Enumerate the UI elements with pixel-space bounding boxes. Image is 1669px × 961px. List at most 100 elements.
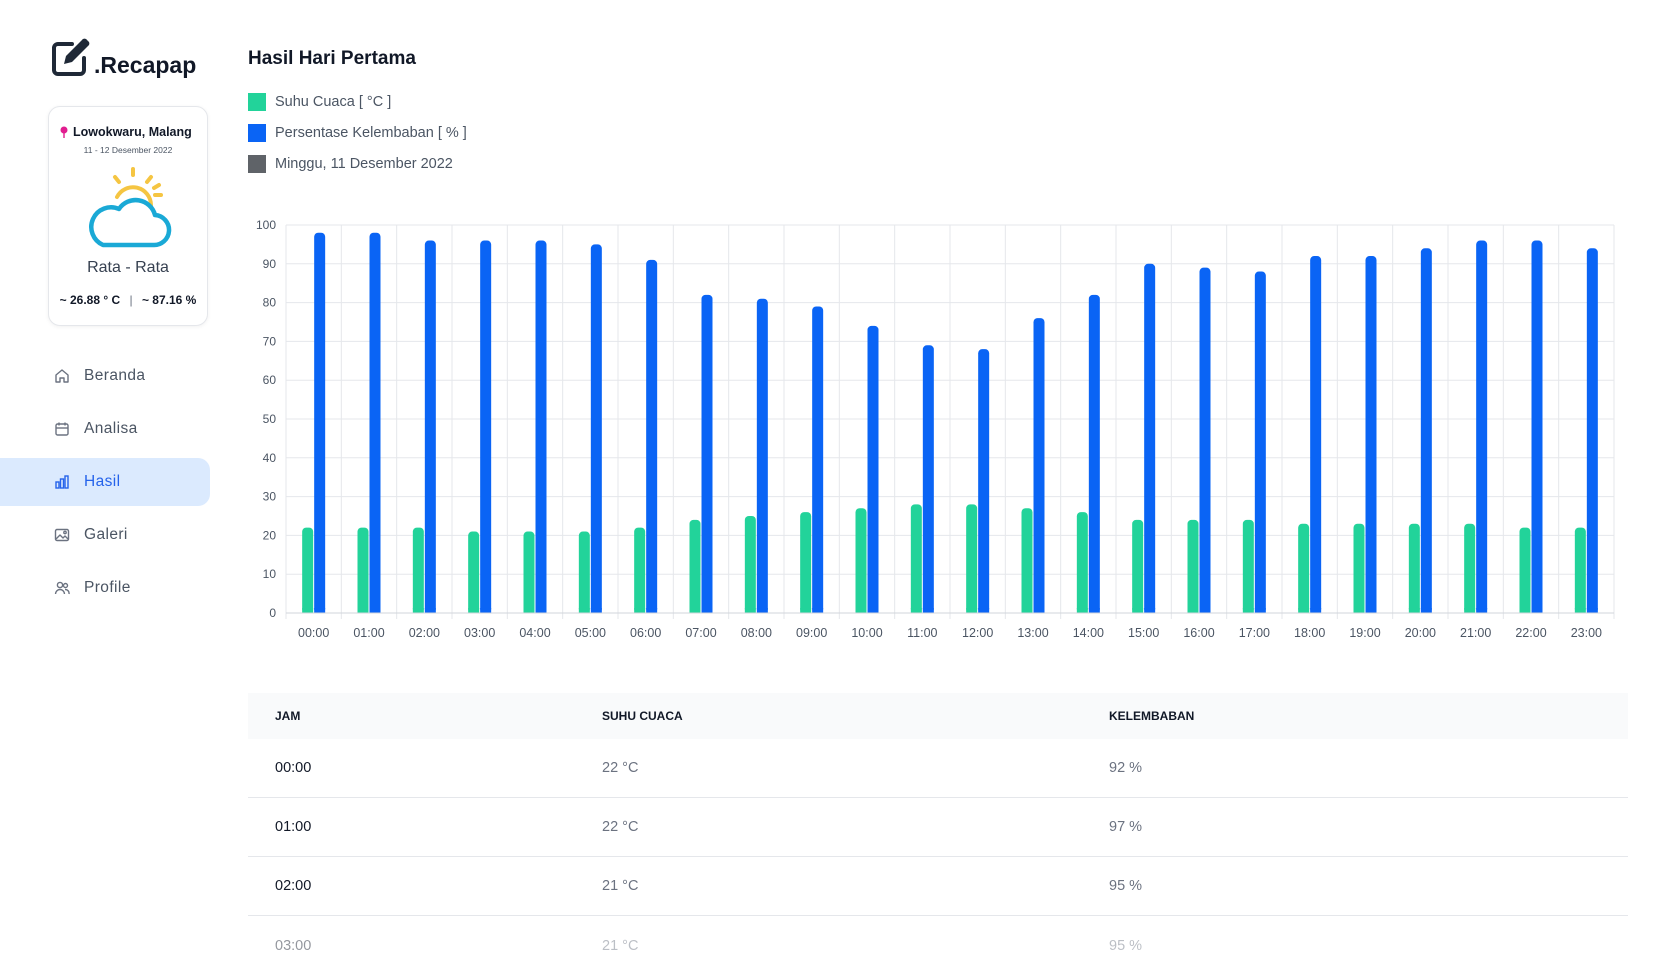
bar-kelembaban-base <box>1586 608 1598 613</box>
legend-item-date[interactable]: Minggu, 11 Desember 2022 <box>248 148 467 179</box>
legend-item-kelembaban[interactable]: Persentase Kelembaban [ % ] <box>248 117 467 148</box>
bar-kelembaban <box>978 349 990 613</box>
cell-jam: 00:00 <box>275 760 312 776</box>
cell-suhu: 21 °C <box>602 878 639 894</box>
bar-kelembaban-base <box>1420 608 1432 613</box>
x-tick-label: 16:00 <box>1183 626 1214 640</box>
y-tick-label: 30 <box>263 490 277 504</box>
bar-kelembaban <box>1033 318 1045 613</box>
y-tick-label: 10 <box>263 567 277 581</box>
bar-kelembaban <box>1476 240 1488 613</box>
bar-suhu-base <box>1021 608 1033 613</box>
bar-suhu-base <box>634 608 646 613</box>
bar-kelembaban <box>1254 271 1266 613</box>
bar-suhu-base <box>800 608 812 613</box>
cell-jam: 02:00 <box>275 878 312 894</box>
legend-label: Persentase Kelembaban [ % ] <box>275 124 467 141</box>
bar-kelembaban-base <box>1476 608 1488 613</box>
x-tick-label: 04:00 <box>519 626 550 640</box>
x-tick-label: 06:00 <box>630 626 661 640</box>
bar-suhu-base <box>966 608 978 613</box>
bar-suhu-base <box>412 608 424 613</box>
table-row: 01:00 22 °C 97 % <box>248 798 1628 857</box>
legend-item-suhu[interactable]: Suhu Cuaca [ °C ] <box>248 86 467 117</box>
separator: | <box>129 293 133 307</box>
bar-suhu-base <box>689 608 701 613</box>
bar-kelembaban-base <box>314 608 326 613</box>
bar-chart-icon <box>55 475 69 489</box>
bar-kelembaban <box>1199 267 1211 613</box>
bar-kelembaban-base <box>1254 608 1266 613</box>
bar-suhu-base <box>1187 608 1199 613</box>
bar-kelembaban-base <box>1310 608 1322 613</box>
bar-suhu <box>634 527 646 613</box>
sidebar-item-label: Profile <box>84 579 131 596</box>
main-content: Hasil Hari Pertama Suhu Cuaca [ °C ] Per… <box>248 0 1638 961</box>
column-header-kelembaban: KELEMBABAN <box>1109 709 1195 723</box>
bar-suhu <box>966 504 978 613</box>
bar-kelembaban-base <box>424 608 436 613</box>
bar-kelembaban <box>369 232 381 613</box>
sidebar-item-beranda[interactable]: Beranda <box>0 352 210 400</box>
sidebar-item-label: Hasil <box>84 473 121 490</box>
users-icon <box>54 581 70 595</box>
bar-kelembaban <box>922 345 934 613</box>
bar-kelembaban <box>1531 240 1543 613</box>
hourly-bar-chart: 0 10 20 30 40 50 60 70 80 90 100 00:00 01:00 02:00 03:… <box>256 218 1615 640</box>
bar-suhu-base <box>1574 608 1586 613</box>
bar-kelembaban-base <box>480 608 492 613</box>
bar-suhu <box>910 504 922 613</box>
cell-suhu: 22 °C <box>602 819 639 835</box>
calendar-icon <box>55 422 69 436</box>
sidebar-item-analisa[interactable]: Analisa <box>0 405 210 453</box>
brand-logo[interactable]: .Recapap <box>50 38 196 78</box>
table-row: 00:00 22 °C 92 % <box>248 739 1628 798</box>
bar-kelembaban-base <box>756 608 768 613</box>
bar-suhu-base <box>1298 608 1310 613</box>
bar-suhu-base <box>855 608 867 613</box>
bar-suhu-base <box>910 608 922 613</box>
page-title: Hasil Hari Pertama <box>248 48 416 69</box>
home-icon <box>55 369 69 383</box>
y-tick-label: 50 <box>263 412 277 426</box>
x-tick-label: 15:00 <box>1128 626 1159 640</box>
x-tick-label: 09:00 <box>796 626 827 640</box>
bar-kelembaban <box>314 232 326 613</box>
bar-suhu-base <box>578 608 590 613</box>
x-tick-label: 14:00 <box>1073 626 1104 640</box>
chart-legend: Suhu Cuaca [ °C ] Persentase Kelembaban … <box>248 86 467 179</box>
bar-suhu-base <box>302 608 314 613</box>
sidebar-item-hasil[interactable]: Hasil <box>0 458 210 506</box>
legend-swatch <box>248 123 266 142</box>
bar-kelembaban <box>1088 294 1100 613</box>
average-temperature: ~ 26.88 ° C <box>59 293 121 307</box>
bar-kelembaban <box>535 240 547 613</box>
x-tick-label: 05:00 <box>575 626 606 640</box>
bar-suhu <box>1132 519 1144 613</box>
bar-kelembaban-base <box>1088 608 1100 613</box>
table-row: 03:00 21 °C 95 % <box>248 916 1628 961</box>
bar-suhu <box>1519 527 1531 613</box>
bar-suhu-base <box>1353 608 1365 613</box>
image-icon <box>54 528 70 542</box>
bar-suhu <box>1408 523 1420 613</box>
legend-swatch <box>248 92 266 111</box>
x-tick-label: 08:00 <box>741 626 772 640</box>
bar-suhu <box>744 516 756 613</box>
bar-suhu-base <box>1132 608 1144 613</box>
table-row: 02:00 21 °C 95 % <box>248 857 1628 916</box>
table-header: JAM SUHU CUACA KELEMBABAN <box>248 693 1628 739</box>
location-pin-icon <box>60 126 68 138</box>
bar-kelembaban <box>867 325 879 613</box>
bar-suhu <box>578 531 590 613</box>
sidebar-item-galeri[interactable]: Galeri <box>0 511 210 559</box>
bar-suhu-base <box>744 608 756 613</box>
bar-suhu <box>1464 523 1476 613</box>
sidebar-item-label: Galeri <box>84 526 128 543</box>
sidebar-item-profile[interactable]: Profile <box>0 564 210 612</box>
bar-suhu <box>1242 519 1254 613</box>
bar-kelembaban <box>1420 248 1432 613</box>
cell-suhu: 21 °C <box>602 937 639 954</box>
bar-kelembaban-base <box>1033 608 1045 613</box>
x-tick-label: 20:00 <box>1405 626 1436 640</box>
